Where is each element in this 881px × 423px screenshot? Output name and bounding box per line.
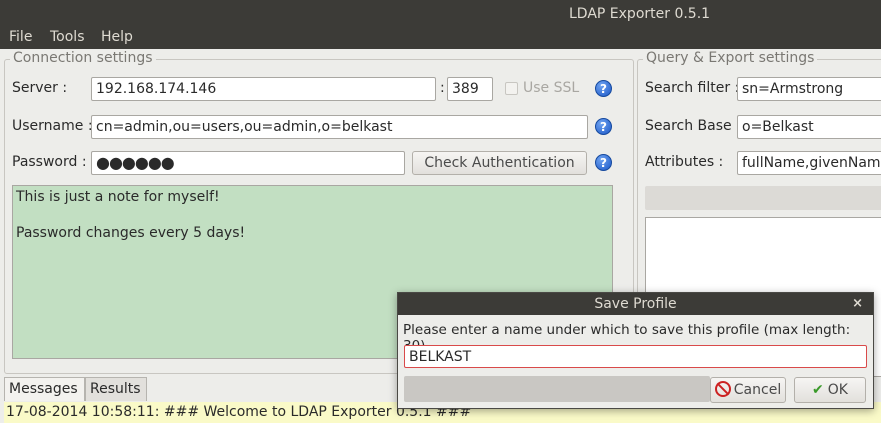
password-help-icon[interactable]: ? — [595, 154, 612, 171]
check-authentication-button[interactable]: Check Authentication — [412, 151, 587, 175]
server-label: Server : — [12, 80, 68, 96]
note-line-2: Password changes every 5 days! — [16, 225, 246, 241]
search-base-label: Search Base : — [645, 118, 741, 134]
use-ssl-checkbox[interactable] — [505, 82, 518, 95]
password-input[interactable]: ●●●●●● — [91, 151, 405, 175]
search-filter-label: Search filter : — [645, 80, 740, 96]
password-label: Password : — [12, 154, 87, 170]
menu-help[interactable]: Help — [101, 29, 133, 45]
save-profile-dialog: Save Profile × Please enter a name under… — [397, 292, 874, 409]
search-filter-input[interactable] — [737, 77, 881, 101]
connection-settings-legend: Connection settings — [10, 50, 156, 66]
query-export-legend: Query & Export settings — [643, 50, 818, 66]
cancel-label: Cancel — [733, 382, 782, 398]
cancel-icon — [714, 381, 731, 397]
ok-label: OK — [827, 382, 848, 398]
tab-results[interactable]: Results — [85, 377, 147, 401]
use-ssl-label: Use SSL — [523, 80, 580, 96]
title-bar: LDAP Exporter 0.5.1 — [0, 0, 881, 29]
profile-name-input[interactable] — [404, 345, 867, 368]
attributes-input[interactable] — [737, 151, 881, 175]
note-line-1: This is just a note for myself! — [16, 189, 220, 205]
menu-file[interactable]: File — [9, 29, 32, 45]
username-help-icon[interactable]: ? — [595, 118, 612, 135]
menu-bar: File Tools Help — [0, 29, 881, 49]
dialog-title: Save Profile — [398, 293, 873, 315]
ok-button[interactable]: ✔ OK — [794, 377, 866, 403]
checkmark-icon: ✔ — [812, 382, 824, 398]
dialog-button-bar — [404, 376, 710, 402]
tab-messages[interactable]: Messages — [4, 377, 85, 401]
attributes-label: Attributes : — [645, 154, 724, 170]
window-title: LDAP Exporter 0.5.1 — [569, 6, 711, 22]
query-progress-bar — [645, 186, 881, 210]
close-icon[interactable]: × — [852, 293, 863, 315]
port-input[interactable] — [447, 77, 493, 101]
username-input[interactable] — [91, 115, 588, 139]
server-help-icon[interactable]: ? — [595, 80, 612, 97]
port-separator: : — [440, 80, 445, 96]
username-label: Username : — [12, 118, 93, 134]
search-base-input[interactable] — [737, 115, 881, 139]
menu-tools[interactable]: Tools — [50, 29, 85, 45]
cancel-button[interactable]: Cancel — [710, 377, 786, 403]
server-input[interactable] — [91, 77, 436, 101]
